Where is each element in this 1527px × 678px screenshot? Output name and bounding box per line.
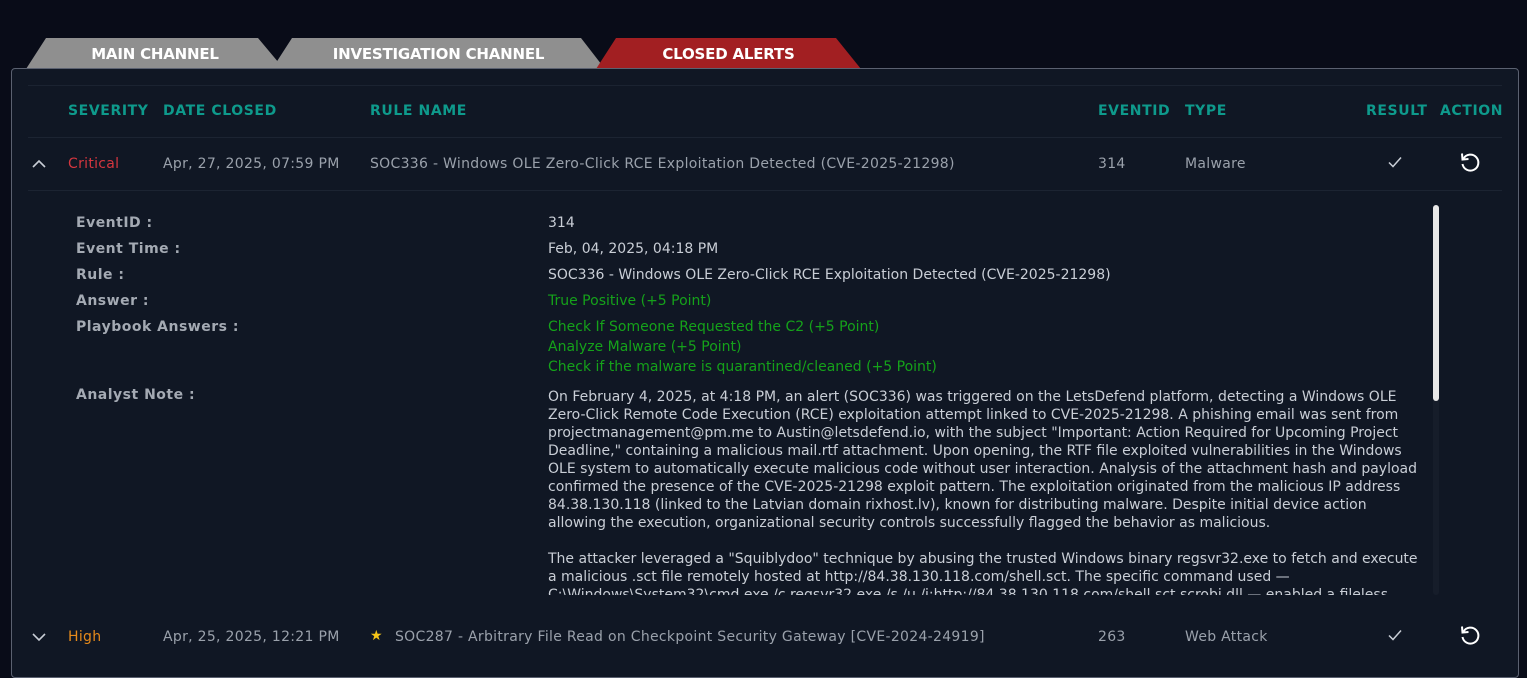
date-closed: Apr, 25, 2025, 12:21 PM — [163, 629, 340, 645]
row-divider — [28, 137, 1502, 138]
column-header-rule-name[interactable]: RULE NAME — [370, 103, 467, 119]
severity-label: Critical — [68, 156, 120, 172]
detail-label-playbook: Playbook Answers : — [76, 319, 239, 335]
rule-name: SOC287 - Arbitrary File Read on Checkpoi… — [395, 629, 985, 645]
detail-label-rule: Rule : — [76, 267, 125, 283]
detail-event-time: Feb, 04, 2025, 04:18 PM — [548, 241, 719, 257]
undo-icon[interactable] — [1458, 150, 1482, 174]
detail-scrollbar-thumb[interactable] — [1433, 205, 1439, 401]
severity-label: High — [68, 629, 102, 645]
date-closed: Apr, 27, 2025, 07:59 PM — [163, 156, 340, 172]
alert-detail-panel: EventID : Event Time : Rule : Answer : P… — [28, 195, 1436, 595]
detail-eventid: 314 — [548, 215, 575, 231]
header-divider — [28, 85, 1502, 86]
column-header-severity[interactable]: SEVERITY — [68, 103, 149, 119]
tab-main-channel[interactable]: MAIN CHANNEL — [26, 38, 284, 69]
playbook-answer: Analyze Malware (+5 Point) — [548, 339, 742, 355]
playbook-answer: Check if the malware is quarantined/clea… — [548, 359, 937, 375]
detail-answer: True Positive (+5 Point) — [548, 293, 712, 309]
detail-label-event-time: Event Time : — [76, 241, 181, 257]
analyst-note-paragraph: The attacker leveraged a "Squiblydoo" te… — [548, 551, 1418, 595]
alert-type: Malware — [1185, 156, 1246, 172]
chevron-down-icon[interactable] — [30, 628, 48, 646]
tab-closed-alerts[interactable]: CLOSED ALERTS — [596, 38, 861, 69]
check-icon — [1388, 157, 1402, 168]
row-divider — [28, 190, 1502, 191]
detail-label-eventid: EventID : — [76, 215, 153, 231]
detail-rule: SOC336 - Windows OLE Zero-Click RCE Expl… — [548, 267, 1111, 283]
column-header-result: RESULT — [1366, 103, 1428, 119]
tab-bar: MAIN CHANNEL INVESTIGATION CHANNEL CLOSE… — [26, 38, 866, 70]
undo-icon[interactable] — [1458, 623, 1482, 647]
check-icon — [1388, 630, 1402, 641]
detail-label-analyst-note: Analyst Note : — [76, 387, 196, 403]
column-header-action: ACTION — [1440, 103, 1504, 119]
closed-alerts-panel: SEVERITY DATE CLOSED RULE NAME EVENTID T… — [11, 68, 1519, 678]
playbook-answer: Check If Someone Requested the C2 (+5 Po… — [548, 319, 880, 335]
analyst-note: On February 4, 2025, at 4:18 PM, an aler… — [548, 388, 1428, 595]
chevron-up-icon[interactable] — [30, 155, 48, 173]
star-icon: ★ — [370, 628, 383, 644]
rule-name: SOC336 - Windows OLE Zero-Click RCE Expl… — [370, 156, 955, 172]
analyst-note-paragraph: On February 4, 2025, at 4:18 PM, an aler… — [548, 389, 1417, 531]
event-id: 263 — [1098, 629, 1126, 645]
alert-type: Web Attack — [1185, 629, 1268, 645]
event-id: 314 — [1098, 156, 1126, 172]
column-header-date-closed[interactable]: DATE CLOSED — [163, 103, 277, 119]
tab-investigation-channel[interactable]: INVESTIGATION CHANNEL — [272, 38, 605, 69]
column-header-eventid[interactable]: EVENTID — [1098, 103, 1170, 119]
detail-label-answer: Answer : — [76, 293, 149, 309]
column-header-type[interactable]: TYPE — [1185, 103, 1227, 119]
